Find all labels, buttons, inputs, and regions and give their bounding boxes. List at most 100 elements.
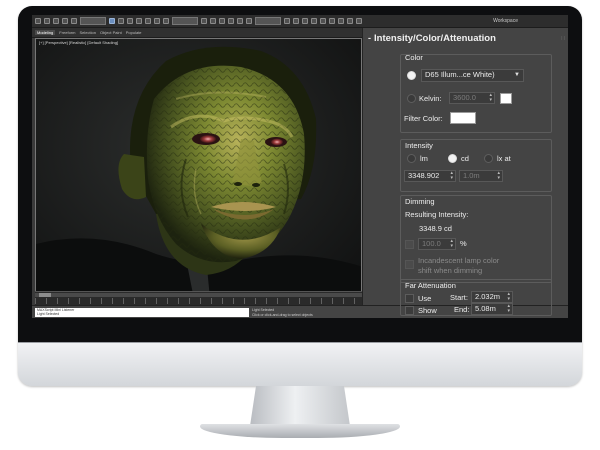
far-use-checkbox[interactable]	[405, 294, 414, 303]
time-slider-track[interactable]	[35, 291, 362, 305]
undo-icon[interactable]	[35, 18, 41, 24]
unlink-icon[interactable]	[62, 18, 68, 24]
far-start-input[interactable]: 2.032m ▴ ▾	[471, 291, 513, 303]
bind-space-warp-icon[interactable]	[71, 18, 77, 24]
redo-icon[interactable]	[44, 18, 50, 24]
mirror-icon[interactable]	[284, 18, 290, 24]
maxscript-listener[interactable]: MAXScript Mini Listener Light Selected	[35, 308, 249, 317]
selection-filter-dropdown[interactable]	[80, 17, 106, 25]
kelvin-label: Kelvin:	[419, 94, 442, 103]
kelvin-radio[interactable]	[407, 94, 416, 103]
incandescent-shift-label-2: shift when dimming	[418, 266, 483, 275]
chevron-down-icon: ▼	[514, 72, 520, 78]
far-end-spinner-icon[interactable]: ▴ ▾	[507, 304, 510, 314]
monitor-stand	[250, 386, 350, 426]
color-preset-select[interactable]: D65 Illum...ce White) ▼	[421, 69, 524, 82]
move-icon[interactable]	[145, 18, 151, 24]
color-group-title: Color	[405, 53, 423, 62]
select-object-icon[interactable]	[109, 18, 115, 24]
curve-editor-icon[interactable]	[311, 18, 317, 24]
unit-lm-label: lm	[420, 154, 428, 163]
rollout-header[interactable]: - Intensity/Color/Attenuation ∷	[363, 31, 568, 45]
far-end-label: End:	[454, 305, 470, 314]
color-preset-radio[interactable]	[407, 71, 416, 80]
pivot-center-icon[interactable]	[201, 18, 207, 24]
workspace-label[interactable]: Workspace	[493, 18, 518, 24]
far-start-value: 2.032m	[475, 292, 501, 301]
lux-distance-spinner-icon[interactable]: ▴ ▾	[497, 171, 500, 181]
scale-icon[interactable]	[163, 18, 169, 24]
incandescent-shift-checkbox[interactable]	[405, 260, 414, 269]
perspective-viewport[interactable]: [+] [Perspective] [Realistic] [Default S…	[35, 38, 362, 308]
filter-color-swatch[interactable]	[450, 112, 476, 124]
intensity-value: 3348.902	[408, 171, 440, 180]
snap-toggle-icon[interactable]	[219, 18, 225, 24]
dimming-percent-spinner-icon[interactable]: ▴ ▾	[450, 239, 453, 249]
unit-lm-radio[interactable]	[407, 154, 416, 163]
named-selection-dropdown[interactable]	[255, 17, 281, 25]
spinner-snap-icon[interactable]	[246, 18, 252, 24]
kelvin-color-swatch[interactable]	[500, 93, 512, 104]
far-attenuation-group: Far Attenuation Use Show Start: 2.032m ▴…	[400, 279, 552, 316]
lux-distance-input[interactable]: 1.0m ▴ ▾	[459, 170, 503, 182]
align-icon[interactable]	[293, 18, 299, 24]
dimming-percent-input[interactable]: 100.0 ▴ ▾	[418, 238, 456, 250]
rollout-grip-icon: ∷	[561, 36, 565, 42]
link-icon[interactable]	[53, 18, 59, 24]
main-toolbar: Workspace	[32, 15, 568, 28]
monitor-stand-base	[200, 424, 400, 438]
render-setup-icon[interactable]	[338, 18, 344, 24]
percent-snap-icon[interactable]	[237, 18, 243, 24]
tab-object-paint[interactable]: Object Paint	[100, 30, 122, 35]
intensity-spinner-icon[interactable]: ▴ ▾	[450, 171, 453, 181]
prompt-line-2: Click or click-and-drag to select object…	[252, 312, 313, 317]
resulting-intensity-value: 3348.9 cd	[419, 224, 452, 233]
unit-lx-label: lx at	[497, 154, 511, 163]
render-production-icon[interactable]	[356, 18, 362, 24]
listener-line-2: Light Selected	[37, 312, 60, 316]
kelvin-input[interactable]: 3600.0 ▴ ▾	[449, 92, 495, 104]
dimming-group-title: Dimming	[405, 197, 435, 206]
time-slider-thumb[interactable]	[39, 293, 51, 297]
kelvin-value: 3600.0	[453, 93, 476, 102]
unit-lx-radio[interactable]	[484, 154, 493, 163]
dimming-percent-checkbox[interactable]	[405, 240, 414, 249]
rotate-icon[interactable]	[154, 18, 160, 24]
filter-color-label: Filter Color:	[404, 114, 443, 123]
far-use-label: Use	[418, 294, 432, 303]
select-manipulate-icon[interactable]	[210, 18, 216, 24]
percent-sign: %	[460, 239, 467, 248]
intensity-value-input[interactable]: 3348.902 ▴ ▾	[404, 170, 456, 182]
imac-mockup: Workspace Modeling Freeform Selection Ob…	[0, 0, 600, 450]
rollout-collapse-toggle[interactable]: -	[368, 33, 371, 43]
far-show-checkbox[interactable]	[405, 306, 414, 315]
layer-explorer-icon[interactable]	[302, 18, 308, 24]
app-window: Workspace Modeling Freeform Selection Ob…	[32, 15, 568, 318]
schematic-view-icon[interactable]	[320, 18, 326, 24]
color-preset-value: D65 Illum...ce White)	[425, 70, 495, 79]
unit-cd-label: cd	[461, 154, 469, 163]
viewport-label[interactable]: [+] [Perspective] [Realistic] [Default S…	[39, 40, 118, 45]
unit-cd-radio[interactable]	[448, 154, 457, 163]
material-editor-icon[interactable]	[329, 18, 335, 24]
rectangle-selection-icon[interactable]	[127, 18, 133, 24]
tab-modeling[interactable]: Modeling	[35, 30, 56, 35]
far-end-input[interactable]: 5.08m ▴ ▾	[471, 303, 513, 315]
reference-coordinate-dropdown[interactable]	[172, 17, 198, 25]
select-by-name-icon[interactable]	[118, 18, 124, 24]
dimming-percent-value: 100.0	[422, 239, 441, 248]
angle-snap-icon[interactable]	[228, 18, 234, 24]
ribbon-tabs: Modeling Freeform Selection Object Paint…	[32, 28, 362, 38]
timeline-ticks	[35, 298, 362, 304]
tab-populate[interactable]: Populate	[126, 30, 142, 35]
window-crossing-icon[interactable]	[136, 18, 142, 24]
tab-selection[interactable]: Selection	[79, 30, 95, 35]
kelvin-spinner-icon[interactable]: ▴ ▾	[489, 93, 492, 103]
rollout-title: Intensity/Color/Attenuation	[374, 32, 496, 44]
rendered-creature-head	[36, 39, 361, 307]
time-slider[interactable]	[35, 293, 362, 297]
tab-freeform[interactable]: Freeform	[59, 30, 75, 35]
far-attenuation-title: Far Attenuation	[405, 281, 456, 290]
render-frame-icon[interactable]	[347, 18, 353, 24]
far-start-spinner-icon[interactable]: ▴ ▾	[507, 292, 510, 302]
